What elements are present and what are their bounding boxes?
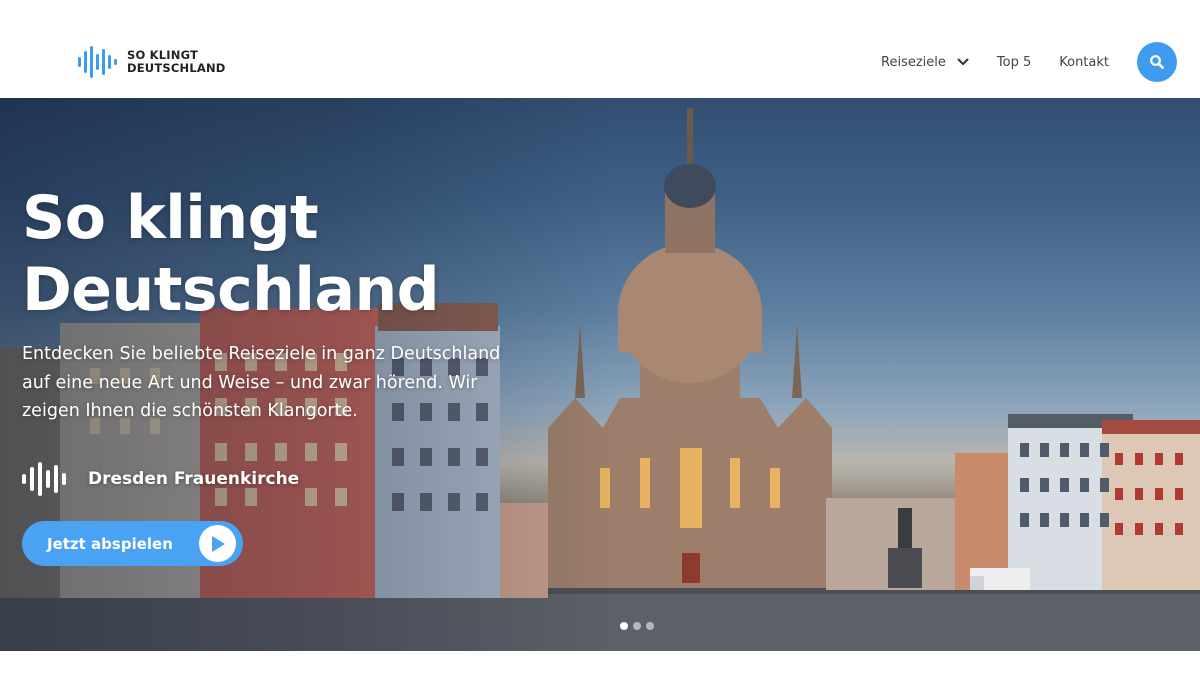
search-icon (1150, 55, 1164, 69)
play-icon (211, 535, 225, 552)
nav-item-label: Reiseziele (881, 54, 946, 70)
nav-item-label: Kontakt (1059, 54, 1109, 70)
slider-dot-1[interactable] (620, 622, 628, 630)
play-button[interactable]: Jetzt abspielen (22, 521, 243, 566)
hero-banner: So klingt Deutschland Entdecken Sie beli… (0, 98, 1200, 651)
site-logo[interactable]: SO KLINGT DEUTSCHLAND (78, 46, 226, 78)
site-header: SO KLINGT DEUTSCHLAND Reiseziele Top 5 K… (0, 0, 1200, 98)
hero-subtitle: Entdecken Sie beliebte Reiseziele in gan… (22, 344, 501, 421)
nav-item-top5[interactable]: Top 5 (997, 55, 1031, 70)
nav-item-label: Top 5 (996, 54, 1032, 70)
featured-place: Dresden Frauenkirche (22, 462, 299, 496)
play-icon-circle (199, 525, 236, 562)
slider-pagination (620, 622, 659, 630)
logo-text: SO KLINGT DEUTSCHLAND (127, 49, 226, 75)
nav-item-kontakt[interactable]: Kontakt (1059, 55, 1109, 70)
chevron-down-icon (957, 58, 969, 65)
main-nav: Reiseziele Top 5 Kontakt (881, 52, 1109, 72)
slider-dot-3[interactable] (646, 622, 654, 630)
slider-dot-2[interactable] (633, 622, 641, 630)
search-button[interactable] (1137, 42, 1177, 82)
logo-line-2: DEUTSCHLAND (127, 61, 226, 75)
place-name: Dresden Frauenkirche (88, 469, 300, 489)
soundwave-icon (22, 462, 66, 496)
play-button-label: Jetzt abspielen (47, 534, 173, 553)
hero-title: So klingt Deutschland (22, 183, 440, 325)
nav-item-reiseziele[interactable]: Reiseziele (881, 55, 969, 70)
soundwave-logo-icon (78, 46, 117, 78)
